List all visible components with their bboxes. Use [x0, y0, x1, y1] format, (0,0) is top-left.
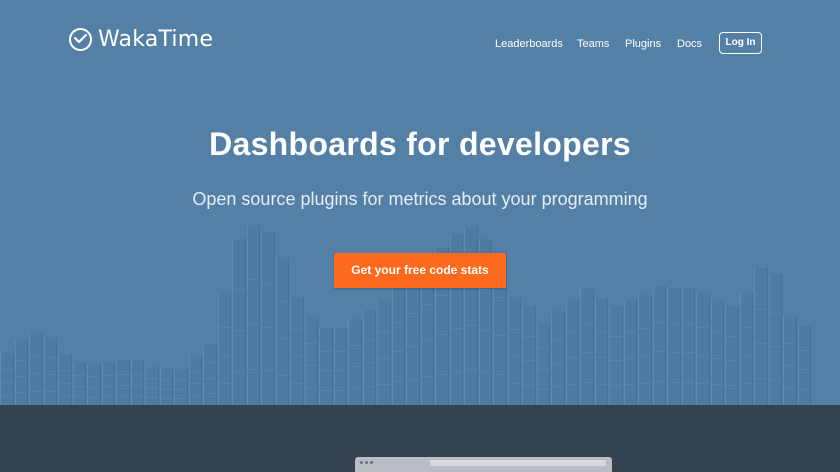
login-button[interactable]: Log In	[719, 32, 762, 54]
activity-bar	[652, 286, 666, 405]
activity-bar	[159, 369, 173, 405]
activity-bar	[304, 317, 318, 405]
activity-bar	[536, 324, 550, 405]
activity-bar	[174, 369, 188, 405]
address-bar	[430, 460, 606, 466]
activity-bar	[261, 232, 275, 405]
activity-bar	[275, 257, 289, 405]
activity-bar	[522, 306, 536, 405]
activity-bar	[246, 225, 260, 405]
activity-bar	[623, 301, 637, 405]
page-subtitle: Open source plugins for metrics about yo…	[192, 189, 648, 209]
activity-bar	[710, 301, 724, 405]
logo[interactable]: WakaTime	[69, 27, 213, 52]
activity-bar	[116, 360, 130, 405]
activity-bar	[348, 319, 362, 405]
activity-bar	[754, 268, 768, 405]
top-nav: WakaTime Leaderboards Teams Plugins Docs…	[0, 0, 840, 80]
activity-bar	[391, 286, 405, 405]
window-controls-icon	[360, 461, 373, 464]
activity-bar	[333, 328, 347, 405]
activity-bar	[797, 326, 811, 405]
activity-bar	[58, 355, 72, 405]
activity-bar	[217, 293, 231, 405]
activity-bar	[14, 340, 28, 405]
activity-bar	[29, 333, 43, 405]
activity-bar	[768, 274, 782, 405]
activity-bar	[145, 367, 159, 405]
activity-bar	[188, 356, 202, 405]
clock-check-icon	[69, 28, 92, 51]
activity-bar	[130, 360, 144, 405]
activity-bar	[290, 297, 304, 405]
activity-bar	[667, 288, 681, 405]
activity-bar	[725, 306, 739, 405]
activity-bar	[739, 293, 753, 405]
activity-bar	[0, 353, 14, 405]
page-title: Dashboards for developers	[209, 126, 631, 162]
activity-bar	[362, 310, 376, 405]
activity-bar	[696, 293, 710, 405]
activity-bar	[43, 337, 57, 405]
nav-plugins[interactable]: Plugins	[625, 38, 661, 50]
brand-name: WakaTime	[98, 27, 214, 52]
activity-bar	[594, 299, 608, 405]
activity-bar	[580, 288, 594, 405]
activity-bar	[565, 299, 579, 405]
activity-bar	[609, 306, 623, 405]
activity-bar	[783, 317, 797, 405]
activity-bar	[638, 295, 652, 405]
activity-bar	[87, 364, 101, 405]
activity-bar	[101, 362, 115, 405]
nav-teams[interactable]: Teams	[577, 38, 609, 50]
activity-bar	[232, 239, 246, 405]
hero-section: WakaTime Leaderboards Teams Plugins Docs…	[0, 0, 840, 405]
nav-docs[interactable]: Docs	[677, 38, 702, 50]
activity-bar	[507, 297, 521, 405]
activity-bar	[681, 288, 695, 405]
activity-bar	[551, 311, 565, 405]
nav-leaderboards[interactable]: Leaderboards	[495, 38, 563, 50]
activity-bar	[319, 328, 333, 405]
get-free-stats-button[interactable]: Get your free code stats	[334, 253, 506, 288]
activity-bar	[203, 344, 217, 405]
activity-bar	[377, 301, 391, 405]
activity-bar	[72, 362, 86, 405]
dashboard-preview-window	[355, 457, 612, 472]
activity-bar	[406, 274, 420, 405]
